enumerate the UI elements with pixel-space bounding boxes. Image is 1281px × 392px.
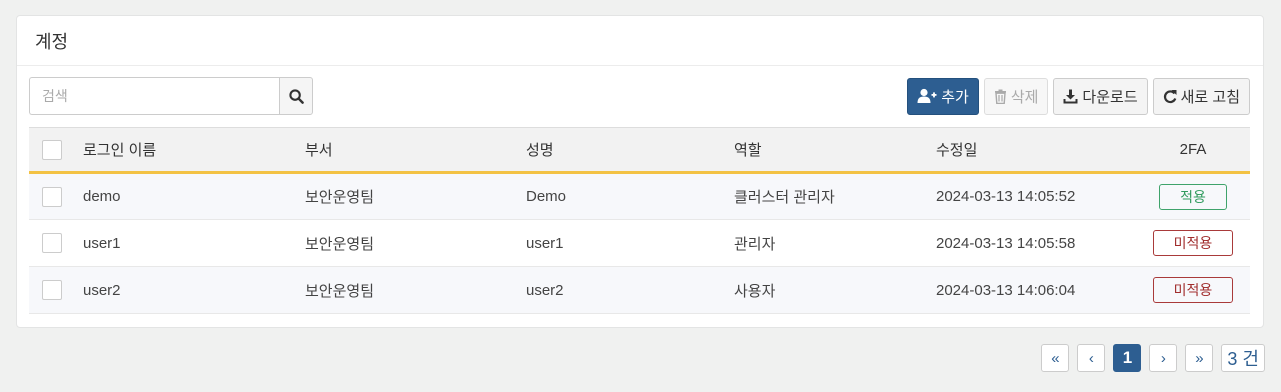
column-header-name[interactable]: 성명 <box>526 127 734 174</box>
login-cell: user1 <box>83 219 305 267</box>
search-icon <box>288 88 304 104</box>
download-label: 다운로드 <box>1082 88 1138 106</box>
twofa-cell: 미적용 <box>1136 219 1250 267</box>
role-cell: 클러스터 관리자 <box>734 172 936 220</box>
accounts-panel: 계정 추가 삭제 <box>16 15 1264 328</box>
select-all-cell <box>29 127 83 174</box>
first-page-button[interactable]: « <box>1041 344 1070 372</box>
download-icon <box>1063 89 1078 104</box>
role-cell: 관리자 <box>734 219 936 267</box>
name-cell: Demo <box>526 172 734 220</box>
select-all-checkbox[interactable] <box>42 139 62 160</box>
modified-cell: 2024-03-13 14:05:52 <box>936 172 1136 220</box>
search-input[interactable] <box>29 77 279 115</box>
panel-header: 계정 <box>17 16 1263 66</box>
page-title: 계정 <box>35 31 69 52</box>
name-cell: user1 <box>526 219 734 267</box>
dept-cell: 보안운영팀 <box>305 266 526 314</box>
twofa-status-badge: 적용 <box>1159 183 1227 210</box>
current-page-button[interactable]: 1 <box>1113 344 1142 372</box>
trash-icon <box>994 89 1007 104</box>
twofa-status-badge: 미적용 <box>1153 277 1233 303</box>
role-cell: 사용자 <box>734 266 936 314</box>
delete-button[interactable]: 삭제 <box>983 77 1049 115</box>
add-user-label: 추가 <box>941 88 969 106</box>
modified-cell: 2024-03-13 14:06:04 <box>936 266 1136 314</box>
login-cell: user2 <box>83 266 305 314</box>
row-select-cell <box>29 172 83 220</box>
twofa-status-badge: 미적용 <box>1153 230 1233 256</box>
table-row[interactable]: demo 보안운영팀 Demo 클러스터 관리자 2024-03-13 14:0… <box>29 172 1250 220</box>
row-checkbox[interactable] <box>42 280 62 300</box>
table-header-row: 로그인 이름 부서 성명 역할 수정일 2FA <box>29 127 1250 174</box>
add-user-button[interactable]: 추가 <box>907 77 979 115</box>
column-header-2fa[interactable]: 2FA <box>1136 127 1250 174</box>
column-header-role[interactable]: 역할 <box>734 127 936 174</box>
dept-cell: 보안운영팀 <box>305 172 526 220</box>
row-checkbox[interactable] <box>42 233 62 253</box>
next-page-button[interactable]: › <box>1149 344 1178 372</box>
twofa-cell: 적용 <box>1136 172 1250 220</box>
search-group <box>29 77 313 115</box>
search-button[interactable] <box>279 77 313 115</box>
row-checkbox[interactable] <box>42 186 62 207</box>
user-plus-icon <box>917 88 937 104</box>
table-row[interactable]: user2 보안운영팀 user2 사용자 2024-03-13 14:06:0… <box>29 266 1250 314</box>
table-row[interactable]: user1 보안운영팀 user1 관리자 2024-03-13 14:05:5… <box>29 219 1250 267</box>
column-header-login[interactable]: 로그인 이름 <box>83 127 305 174</box>
download-button[interactable]: 다운로드 <box>1053 77 1148 115</box>
dept-cell: 보안운영팀 <box>305 219 526 267</box>
refresh-button[interactable]: 새로 고침 <box>1152 77 1250 115</box>
prev-page-button[interactable]: ‹ <box>1077 344 1106 372</box>
pagination: « ‹ 1 › » 3 건 <box>1041 344 1265 372</box>
delete-label: 삭제 <box>1010 88 1039 106</box>
refresh-label: 새로 고침 <box>1180 88 1240 106</box>
accounts-table: 로그인 이름 부서 성명 역할 수정일 2FA demo 보안운영팀 Demo … <box>29 127 1250 314</box>
twofa-cell: 미적용 <box>1136 266 1250 314</box>
column-header-dept[interactable]: 부서 <box>305 127 526 174</box>
refresh-icon <box>1163 89 1177 104</box>
action-buttons: 추가 삭제 다운로드 새로 고침 <box>907 77 1250 115</box>
modified-cell: 2024-03-13 14:05:58 <box>936 219 1136 267</box>
login-cell: demo <box>83 172 305 220</box>
last-page-button[interactable]: » <box>1185 344 1214 372</box>
row-select-cell <box>29 266 83 314</box>
row-select-cell <box>29 219 83 267</box>
name-cell: user2 <box>526 266 734 314</box>
total-count: 3 건 <box>1221 344 1265 372</box>
toolbar: 추가 삭제 다운로드 새로 고침 <box>29 77 1250 115</box>
column-header-modified[interactable]: 수정일 <box>936 127 1136 174</box>
